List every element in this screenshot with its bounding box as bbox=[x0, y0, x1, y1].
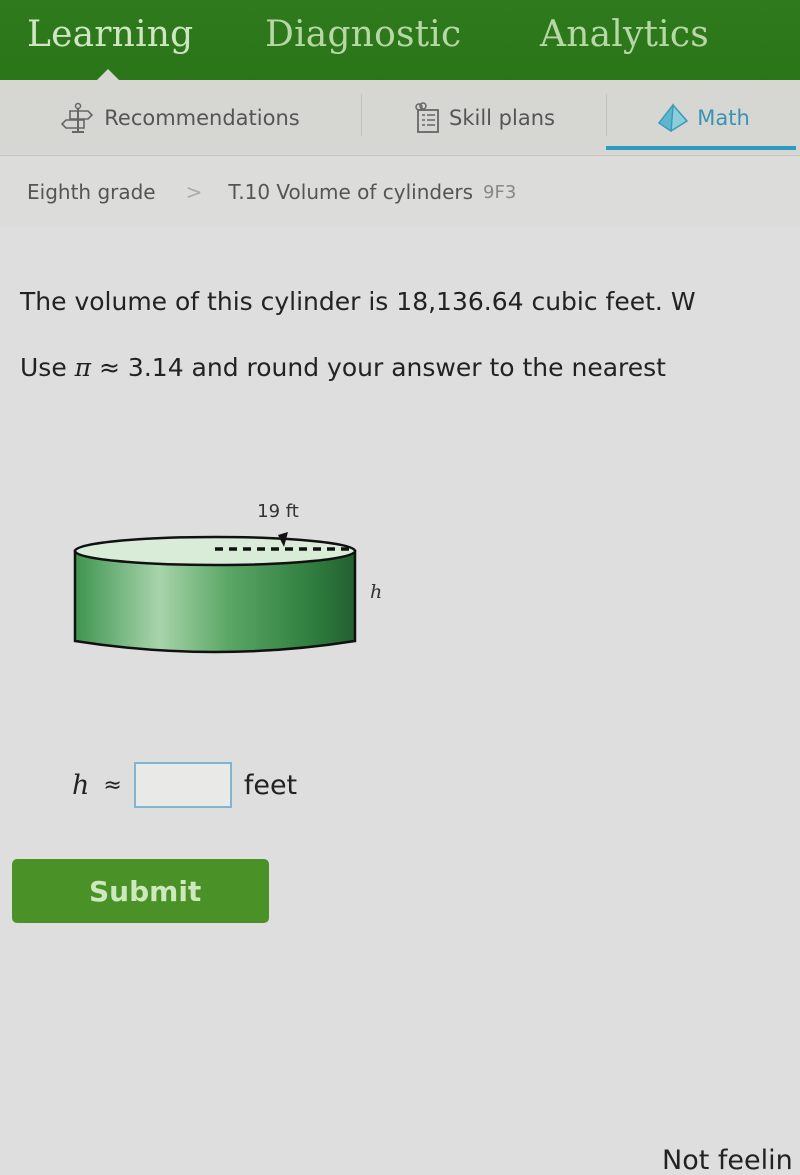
approx-symbol: ≈ bbox=[103, 772, 122, 798]
tab-skill-plans-label: Skill plans bbox=[449, 106, 555, 130]
height-label: h bbox=[370, 581, 382, 603]
breadcrumb-grade[interactable]: Eighth grade bbox=[27, 180, 156, 204]
nav-item-analytics[interactable]: Analytics bbox=[540, 14, 709, 55]
answer-unit: feet bbox=[243, 769, 298, 801]
pyramid-icon bbox=[657, 103, 689, 133]
cylinder-figure: 19 ft h bbox=[60, 495, 400, 669]
nav-item-learning[interactable]: Learning bbox=[27, 14, 193, 55]
tab-math[interactable]: Math bbox=[607, 80, 800, 156]
sub-nav: Recommendations Skill plans Math bbox=[0, 80, 800, 156]
clipboard-list-icon bbox=[413, 102, 441, 134]
tab-recommendations[interactable]: Recommendations bbox=[0, 80, 360, 156]
question-instruction: Use π ≈ 3.14 and round your answer to th… bbox=[20, 353, 666, 382]
active-tab-underline bbox=[606, 146, 796, 150]
chevron-right-icon: > bbox=[185, 180, 203, 204]
answer-variable: h bbox=[72, 769, 90, 801]
cylinder-top bbox=[73, 535, 357, 567]
breadcrumb: Eighth grade > T.10 Volume of cylinders … bbox=[27, 180, 516, 204]
tab-math-label: Math bbox=[697, 106, 750, 130]
tab-recommendations-label: Recommendations bbox=[104, 106, 300, 130]
signpost-icon bbox=[60, 102, 96, 134]
question-text: The volume of this cylinder is 18,136.64… bbox=[20, 287, 696, 316]
radius-label: 19 ft bbox=[257, 501, 299, 522]
submit-button[interactable]: Submit bbox=[12, 859, 269, 923]
height-answer-input[interactable] bbox=[133, 762, 232, 808]
tab-skill-plans[interactable]: Skill plans bbox=[362, 80, 606, 156]
top-nav: Learning Diagnostic Analytics bbox=[0, 0, 800, 81]
pi-symbol: π bbox=[74, 353, 92, 382]
not-feeling-ready-link[interactable]: Not feelin bbox=[662, 1145, 793, 1175]
answer-row: h ≈ feet bbox=[72, 762, 297, 808]
breadcrumb-skill: T.10 Volume of cylinders bbox=[228, 180, 474, 204]
skill-code: 9F3 bbox=[483, 181, 517, 203]
nav-item-diagnostic[interactable]: Diagnostic bbox=[265, 14, 461, 55]
